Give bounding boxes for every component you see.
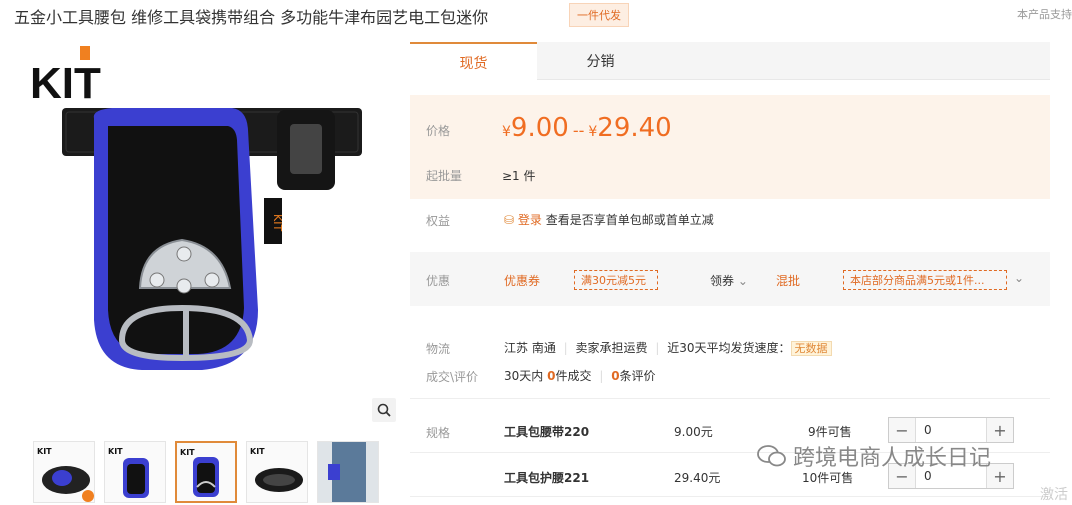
tab-spot[interactable]: 现货 [410, 42, 537, 81]
deals-period: 30天内 [504, 369, 544, 383]
ship-speed-value: 无数据 [790, 341, 832, 356]
thumbnail-5[interactable] [317, 441, 379, 503]
tab-distribution[interactable]: 分销 [537, 42, 664, 80]
price-label: 价格 [426, 124, 451, 138]
wechat-watermark: 跨境电商人成长日记 [757, 440, 991, 472]
dropship-badge[interactable]: 一件代发 [569, 3, 629, 27]
currency-symbol: ¥ [502, 124, 511, 140]
price-range: ¥9.00 -- ¥29.40 [502, 113, 672, 143]
deals-row: 成交\评价 30天内 0件成交 | 0条评价 [426, 369, 656, 384]
deals-count-suffix: 件成交 [555, 369, 592, 383]
support-text[interactable]: 本产品支持 [1017, 6, 1072, 22]
watermark-text: 跨境电商人成长日记 [793, 446, 992, 471]
coupon-tag[interactable]: 满30元减5元 [574, 270, 658, 290]
thumbnail-4[interactable]: KIT [246, 441, 308, 503]
thumbnail-1[interactable]: KIT [33, 441, 95, 503]
review-count-suffix[interactable]: 条评价 [620, 369, 656, 383]
price-high: 29.40 [597, 113, 672, 143]
svg-text:KIT: KIT [250, 447, 265, 456]
coupon-label: 优惠券 [504, 274, 541, 288]
logistics-label: 物流 [426, 342, 451, 356]
login-icon: ⛁ [504, 213, 515, 227]
price-panel: 价格 ¥9.00 -- ¥29.40 起批量 ≥1 件 [410, 95, 1050, 199]
ship-speed-label: 近30天平均发货速度： [667, 341, 791, 355]
min-order-label: 起批量 [426, 169, 463, 183]
spec-name: 工具包腰带220 [504, 425, 590, 439]
decrement-button[interactable]: − [889, 418, 915, 442]
benefits-desc: 查看是否享首单包邮或首单立减 [545, 213, 714, 227]
specs-divider [410, 398, 1050, 399]
claim-coupon-text: 领券 [710, 274, 735, 288]
brand-logo: KIT [30, 59, 101, 108]
thumbnail-strip: KIT KIT KIT KIT [33, 441, 379, 503]
zoom-icon[interactable] [372, 398, 396, 422]
chevron-down-icon: ⌄ [737, 274, 748, 288]
deals-label: 成交\评价 [426, 370, 479, 384]
price-low: 9.00 [510, 113, 569, 143]
freight-info: 卖家承担运费 [575, 341, 648, 355]
svg-text:KIT: KIT [108, 447, 123, 456]
svg-text:KIT: KIT [180, 448, 195, 457]
spec-name: 工具包护腰221 [504, 471, 590, 485]
currency-symbol-2: ¥ [588, 124, 598, 140]
svg-text:KIT: KIT [271, 214, 284, 231]
main-product-image[interactable]: KIT KIT KIT [22, 40, 400, 430]
price-separator: -- [572, 121, 585, 140]
activate-windows-text: 激活 [1040, 487, 1068, 503]
product-title: 五金小工具腰包 维修工具袋携带组合 多功能牛津布园艺电工包迷你 [14, 8, 489, 27]
spec-price: 9.00元 [674, 425, 713, 439]
mix-batch-tag[interactable]: 本店部分商品满5元或1件... [843, 270, 1007, 290]
svg-text:KIT: KIT [37, 447, 52, 456]
promo-row: 优惠 优惠券 满30元减5元 领券 ⌄ 混批 本店部分商品满5元或1件... ⌄ [410, 252, 1050, 306]
min-order-value: ≥1 件 [502, 169, 536, 183]
spec-stock: 9件可售 [808, 425, 852, 439]
shipping-origin: 江苏 南通 [504, 341, 556, 355]
quantity-input[interactable]: 0 [915, 418, 987, 442]
spec-price: 29.40元 [674, 471, 721, 485]
thumbnail-3[interactable]: KIT [175, 441, 237, 503]
thumbnail-2[interactable]: KIT [104, 441, 166, 503]
benefits-row: 权益 ⛁ 登录 查看是否享首单包邮或首单立减 [410, 210, 1050, 230]
increment-button[interactable]: + [987, 418, 1013, 442]
mix-batch-label: 混批 [776, 274, 801, 288]
tool-bag-illustration: KIT KIT KIT [30, 46, 362, 370]
purchase-tabs: 现货 分销 [410, 42, 1050, 81]
review-count: 0 [611, 369, 620, 383]
claim-coupon-link[interactable]: 领券 ⌄ [710, 272, 748, 289]
logistics-row: 物流 江苏 南通 | 卖家承担运费 | 近30天平均发货速度： 无数据 [410, 338, 1050, 356]
login-link[interactable]: 登录 [518, 213, 542, 227]
chevron-down-icon[interactable]: ⌄ [1014, 271, 1024, 285]
promo-label: 优惠 [426, 274, 451, 288]
wechat-icon [757, 445, 786, 467]
benefits-label: 权益 [426, 214, 451, 228]
